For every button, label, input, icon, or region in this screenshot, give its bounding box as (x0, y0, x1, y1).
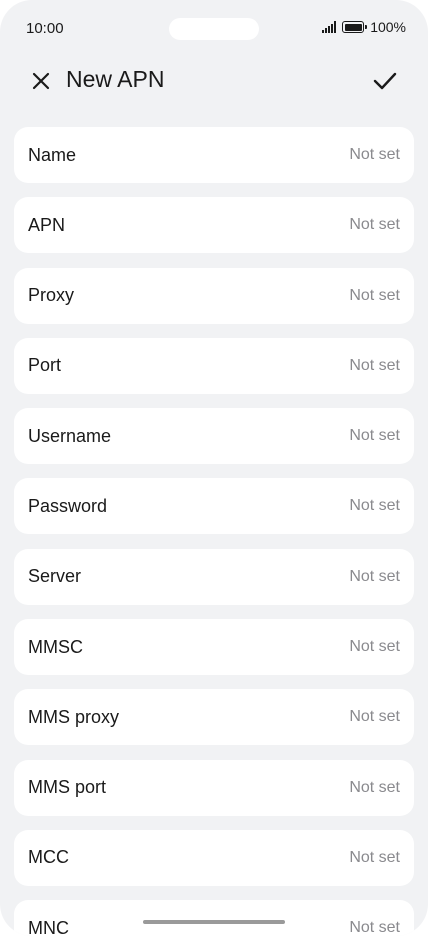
field-row-apn[interactable]: APN Not set (14, 197, 414, 254)
status-bar: 10:00 100% (0, 0, 428, 56)
signal-icon (322, 21, 337, 33)
field-label: Proxy (28, 285, 75, 306)
close-button[interactable] (28, 68, 54, 94)
field-label: Username (28, 425, 112, 446)
field-label: Port (28, 355, 62, 376)
close-icon (32, 72, 50, 90)
field-value: Not set (349, 356, 400, 374)
apn-fields-list: Name Not set APN Not set Proxy Not set P… (14, 127, 414, 936)
field-row-port[interactable]: Port Not set (14, 337, 414, 394)
field-row-mms-proxy[interactable]: MMS proxy Not set (14, 689, 414, 746)
phone-screen: 10:00 100% New APN Name Not set APN Not … (0, 0, 428, 936)
status-time: 10:00 (26, 20, 64, 37)
field-value: Not set (349, 286, 400, 304)
field-value: Not set (349, 497, 400, 515)
field-label: APN (28, 214, 66, 235)
field-row-password[interactable]: Password Not set (14, 478, 414, 535)
field-value: Not set (349, 848, 400, 866)
field-row-name[interactable]: Name Not set (14, 127, 414, 183)
field-row-mcc[interactable]: MCC Not set (14, 829, 414, 886)
home-indicator[interactable] (143, 920, 285, 924)
field-label: Password (28, 495, 108, 516)
field-value: Not set (349, 638, 400, 656)
field-label: Name (28, 144, 77, 165)
title-bar: New APN (0, 56, 428, 106)
field-row-proxy[interactable]: Proxy Not set (14, 267, 414, 324)
field-value: Not set (349, 708, 400, 726)
field-label: MCC (28, 847, 69, 868)
field-label: Server (28, 566, 82, 587)
status-indicators: 100% (322, 19, 406, 35)
camera-notch (169, 18, 259, 40)
checkmark-icon (373, 72, 397, 90)
confirm-button[interactable] (370, 66, 400, 96)
field-row-mmsc[interactable]: MMSC Not set (14, 619, 414, 676)
field-label: MMSC (28, 636, 83, 657)
field-label: MMS port (28, 777, 107, 798)
field-value: Not set (349, 427, 400, 445)
field-value: Not set (349, 567, 400, 585)
field-row-mnc[interactable]: MNC Not set (14, 900, 414, 936)
page-title: New APN (66, 66, 165, 92)
field-row-username[interactable]: Username Not set (14, 408, 414, 465)
field-row-mms-port[interactable]: MMS port Not set (14, 759, 414, 816)
field-label: MMS proxy (28, 706, 120, 727)
field-value: Not set (349, 216, 400, 234)
field-row-server[interactable]: Server Not set (14, 548, 414, 605)
field-value: Not set (349, 778, 400, 796)
battery-icon (342, 21, 368, 33)
battery-percentage: 100% (370, 19, 406, 35)
field-label: MNC (28, 917, 69, 936)
field-value: Not set (349, 146, 400, 163)
field-value: Not set (349, 919, 400, 936)
